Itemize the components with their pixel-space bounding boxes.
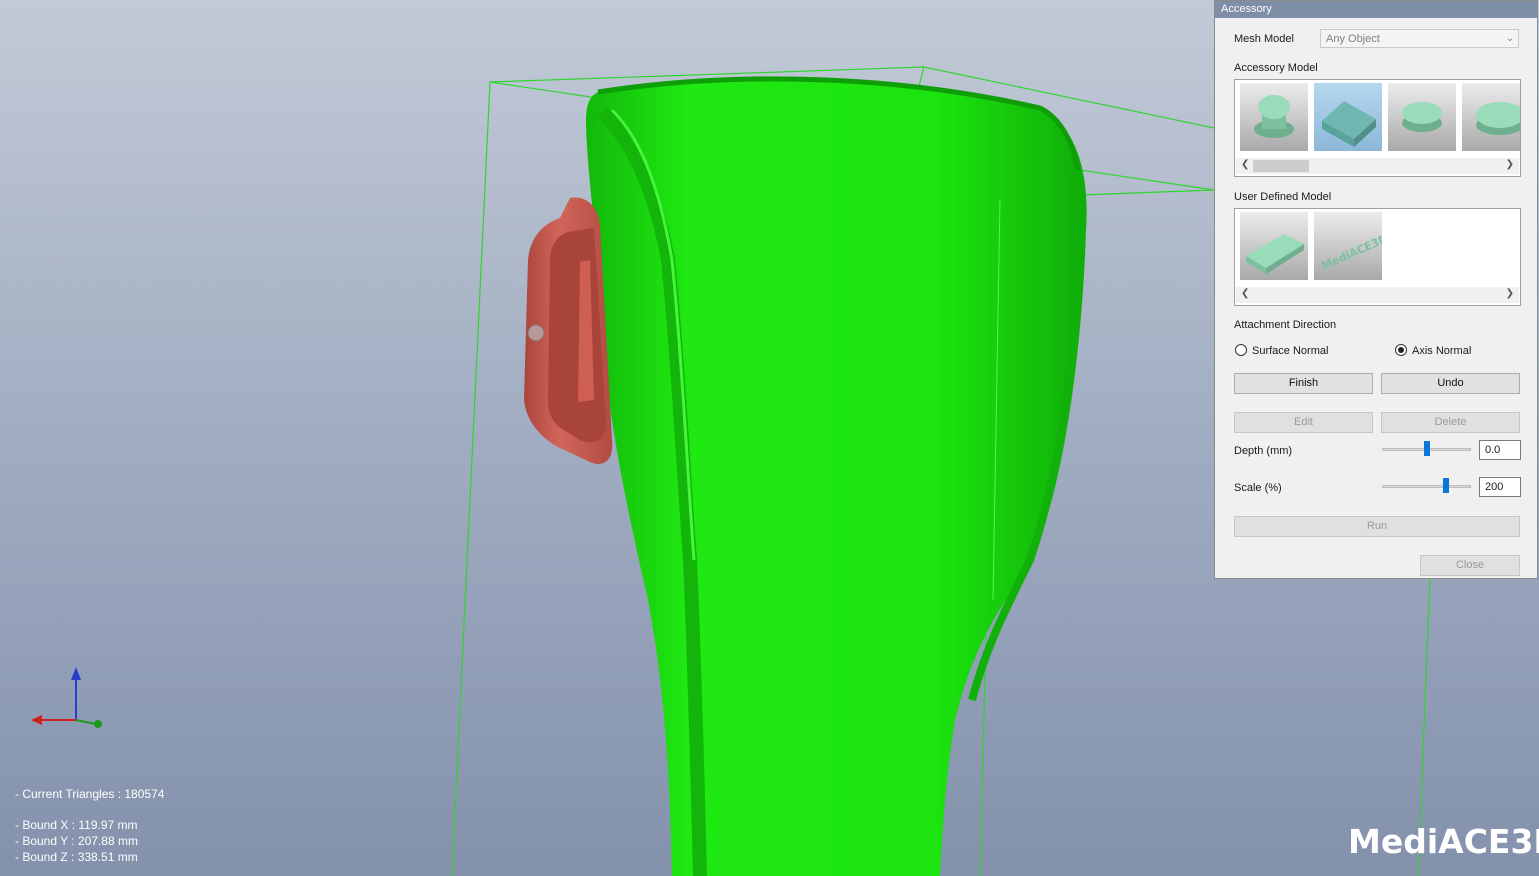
oval-knob-icon bbox=[1476, 102, 1520, 135]
run-button[interactable]: Run bbox=[1234, 516, 1520, 537]
sleeve-mesh[interactable] bbox=[586, 76, 1087, 876]
accessory-thumb-oval-knob[interactable] bbox=[1462, 83, 1520, 151]
edit-button[interactable]: Edit bbox=[1234, 412, 1373, 433]
scale-input[interactable]: 200 bbox=[1479, 477, 1521, 497]
user-defined-label: User Defined Model bbox=[1234, 191, 1332, 203]
scale-slider-handle[interactable] bbox=[1443, 478, 1449, 493]
accessory-thumb-flat-knob[interactable] bbox=[1388, 83, 1456, 151]
scroll-left-icon[interactable]: ❮ bbox=[1241, 159, 1249, 170]
scale-label: Scale (%) bbox=[1234, 482, 1282, 494]
user-gallery-scrollbar[interactable]: ❮ ❯ bbox=[1236, 287, 1519, 303]
bound-y: - Bound Y : 207.88 mm bbox=[15, 834, 138, 848]
axis-gizmo bbox=[31, 667, 102, 728]
user-thumb-block[interactable] bbox=[1240, 212, 1308, 280]
user-thumb-text: MediACE3D bbox=[1320, 232, 1382, 273]
accessory-thumb-rect-bar[interactable] bbox=[1314, 83, 1382, 151]
depth-label: Depth (mm) bbox=[1234, 445, 1293, 457]
scroll-left-icon[interactable]: ❮ bbox=[1241, 288, 1249, 299]
axis-normal-radio[interactable] bbox=[1395, 344, 1407, 356]
finish-button[interactable]: Finish bbox=[1234, 373, 1373, 394]
text-logo-icon: MediACE3D bbox=[1320, 232, 1382, 273]
user-defined-gallery: MediACE3D ❮ ❯ bbox=[1234, 208, 1521, 306]
triangle-count: - Current Triangles : 180574 bbox=[15, 787, 165, 801]
mesh-model-label: Mesh Model bbox=[1234, 33, 1294, 45]
bound-x: - Bound X : 119.97 mm bbox=[15, 818, 138, 832]
scroll-right-icon[interactable]: ❯ bbox=[1506, 159, 1514, 170]
delete-button[interactable]: Delete bbox=[1381, 412, 1520, 433]
accessory-dialog: Accessory Mesh Model Any Object ⌄ Access… bbox=[1214, 0, 1538, 579]
scale-slider-track bbox=[1382, 485, 1471, 488]
radio-selected-dot bbox=[1398, 347, 1404, 353]
axis-normal-label[interactable]: Axis Normal bbox=[1412, 345, 1471, 357]
depth-slider[interactable] bbox=[1382, 440, 1471, 460]
rect-bar-icon bbox=[1322, 101, 1376, 147]
surface-normal-label[interactable]: Surface Normal bbox=[1252, 345, 1328, 357]
mesh-model-select[interactable]: Any Object ⌄ bbox=[1320, 29, 1519, 48]
dialog-titlebar[interactable]: Accessory bbox=[1215, 1, 1537, 18]
round-knob-icon bbox=[1254, 95, 1294, 138]
dialog-title: Accessory bbox=[1221, 3, 1272, 15]
accessory-thumb-round-knob[interactable] bbox=[1240, 83, 1308, 151]
close-button[interactable]: Close bbox=[1420, 555, 1520, 576]
attachment-direction-label: Attachment Direction bbox=[1234, 319, 1337, 331]
depth-slider-handle[interactable] bbox=[1424, 441, 1430, 456]
user-thumb-text-logo[interactable]: MediACE3D bbox=[1314, 212, 1382, 280]
mesh-model-value: Any Object bbox=[1326, 33, 1380, 45]
accessory-model-gallery: ❮ ❯ bbox=[1234, 79, 1521, 177]
bound-z: - Bound Z : 338.51 mm bbox=[15, 850, 138, 864]
block-icon bbox=[1246, 234, 1304, 274]
depth-input[interactable]: 0.0 bbox=[1479, 440, 1521, 460]
accessory-model-label: Accessory Model bbox=[1234, 62, 1318, 74]
scale-slider[interactable] bbox=[1382, 477, 1471, 497]
accessory-part[interactable] bbox=[524, 197, 613, 464]
flat-knob-icon bbox=[1402, 102, 1442, 132]
chevron-down-icon: ⌄ bbox=[1505, 33, 1514, 44]
scroll-right-icon[interactable]: ❯ bbox=[1506, 288, 1514, 299]
undo-button[interactable]: Undo bbox=[1381, 373, 1520, 394]
surface-normal-radio[interactable] bbox=[1235, 344, 1247, 356]
brand-logo: MediACE3D bbox=[1348, 822, 1539, 861]
scrollbar-thumb[interactable] bbox=[1253, 160, 1309, 172]
accessory-gallery-scrollbar[interactable]: ❮ ❯ bbox=[1236, 158, 1519, 174]
